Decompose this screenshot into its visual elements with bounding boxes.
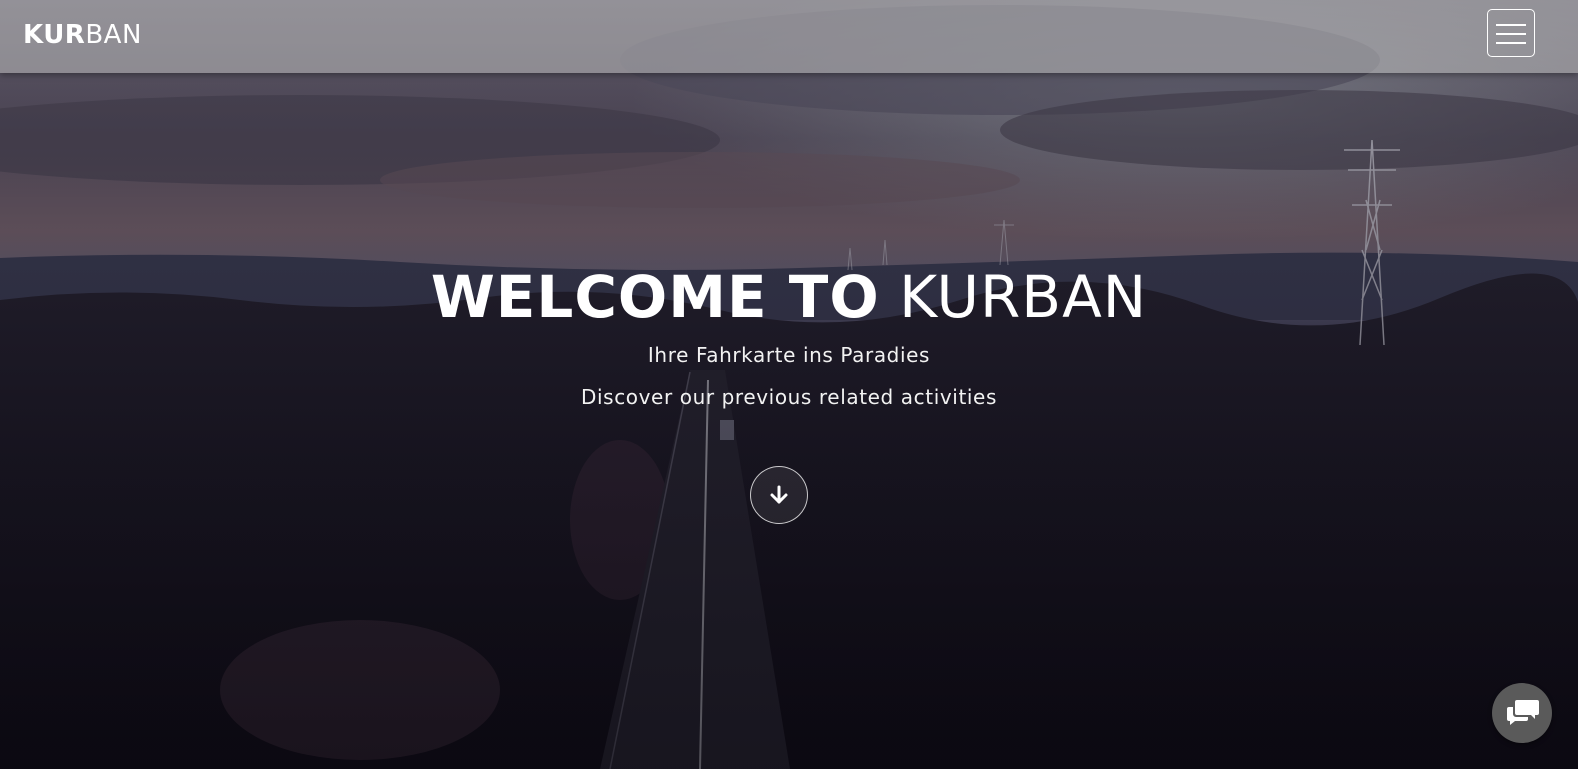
brand-logo-bold: KUR	[23, 20, 86, 50]
hamburger-menu-icon-bar	[1496, 33, 1526, 35]
hero-subtitle: Ihre Fahrkarte ins Paradies	[647, 343, 931, 367]
hero-tagline: Discover our previous related activities	[581, 385, 997, 409]
hamburger-menu-icon	[1496, 24, 1526, 26]
top-navbar: KURBAN	[0, 0, 1578, 73]
arrow-down-icon	[770, 485, 788, 504]
hero-title-light: KURBAN	[899, 263, 1148, 331]
hero-title-bold: WELCOME TO	[430, 263, 880, 331]
hamburger-menu-button[interactable]	[1487, 9, 1535, 57]
brand-logo[interactable]: KURBAN	[23, 18, 142, 52]
brand-logo-light: BAN	[85, 20, 142, 50]
hero-title: WELCOME TO KURBAN	[0, 262, 1578, 332]
hamburger-menu-icon-bar	[1496, 42, 1526, 44]
chat-bubbles-icon	[1507, 700, 1539, 725]
chat-widget-button[interactable]	[1492, 683, 1552, 743]
scroll-down-button[interactable]	[750, 466, 808, 524]
page: KURBAN WELCOME TO KURBAN Ihre Fahrkarte …	[0, 0, 1578, 769]
